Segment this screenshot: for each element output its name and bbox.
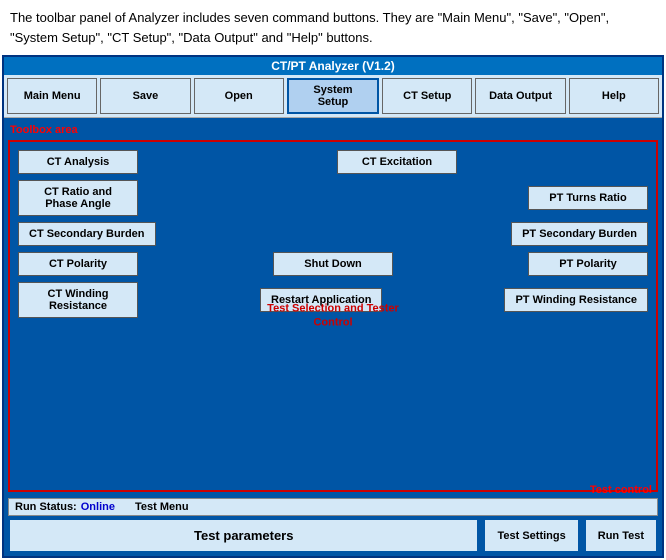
toolbar-btn-open[interactable]: Open bbox=[194, 78, 284, 114]
toolbar: Main Menu Save Open System Setup CT Setu… bbox=[4, 75, 662, 118]
btn-ct-winding-resistance[interactable]: CT Winding Resistance bbox=[18, 282, 138, 318]
status-bar: Run Status: Online Test Menu bbox=[8, 498, 658, 516]
btn-pt-polarity[interactable]: PT Polarity bbox=[528, 252, 648, 276]
toolbox-row-3: CT Secondary Burden PT Secondary Burden bbox=[18, 222, 648, 246]
title-bar: CT/PT Analyzer (V1.2) bbox=[4, 57, 662, 75]
run-status-value: Online bbox=[81, 501, 115, 513]
btn-ct-polarity[interactable]: CT Polarity bbox=[18, 252, 138, 276]
test-menu-label: Test Menu bbox=[135, 501, 189, 513]
btn-ct-excitation[interactable]: CT Excitation bbox=[337, 150, 457, 174]
btn-pt-turns-ratio[interactable]: PT Turns Ratio bbox=[528, 186, 648, 210]
test-control-label: Test control bbox=[590, 484, 652, 496]
toolbar-btn-data-output[interactable]: Data Output bbox=[475, 78, 565, 114]
btn-restart-application[interactable]: Restart Application bbox=[260, 288, 382, 312]
btn-pt-winding-resistance[interactable]: PT Winding Resistance bbox=[504, 288, 648, 312]
page-wrapper: The toolbar panel of Analyzer includes s… bbox=[0, 0, 666, 560]
btn-ct-secondary-burden[interactable]: CT Secondary Burden bbox=[18, 222, 156, 246]
toolbox-row-4: CT Polarity Shut Down PT Polarity bbox=[18, 252, 648, 276]
test-menu-item: Test Menu bbox=[135, 501, 189, 513]
test-settings-button[interactable]: Test Settings bbox=[483, 518, 579, 553]
bottom-right-buttons: Test Settings Run Test bbox=[483, 518, 658, 553]
test-parameters-button[interactable]: Test parameters bbox=[8, 518, 479, 553]
toolbar-btn-save[interactable]: Save bbox=[100, 78, 190, 114]
run-status-label: Run Status: bbox=[15, 501, 77, 513]
toolbar-btn-system-setup[interactable]: System Setup bbox=[287, 78, 379, 114]
bottom-row: Test parameters Test Settings Run Test bbox=[8, 518, 658, 553]
btn-ct-analysis[interactable]: CT Analysis bbox=[18, 150, 138, 174]
toolbar-btn-ct-setup[interactable]: CT Setup bbox=[382, 78, 472, 114]
btn-shut-down[interactable]: Shut Down bbox=[273, 252, 393, 276]
toolbox-area-label: Toolbox area bbox=[10, 124, 78, 136]
toolbar-btn-main-menu[interactable]: Main Menu bbox=[7, 78, 97, 114]
app-window: CT/PT Analyzer (V1.2) Main Menu Save Ope… bbox=[2, 55, 664, 558]
toolbox-row-2: CT Ratio and Phase Angle PT Turns Ratio bbox=[18, 180, 648, 216]
window-title: CT/PT Analyzer (V1.2) bbox=[271, 59, 395, 73]
main-content: Toolbox area Test Selection and TesterCo… bbox=[4, 118, 662, 496]
toolbox-row-5: CT Winding Resistance Restart Applicatio… bbox=[18, 282, 648, 318]
toolbox-row-1: CT Analysis CT Excitation bbox=[18, 150, 648, 174]
run-test-button[interactable]: Run Test bbox=[584, 518, 658, 553]
description-content: The toolbar panel of Analyzer includes s… bbox=[10, 10, 609, 45]
run-status-item: Run Status: Online bbox=[15, 501, 115, 513]
toolbar-btn-help[interactable]: Help bbox=[569, 78, 659, 114]
btn-ct-ratio-phase[interactable]: CT Ratio and Phase Angle bbox=[18, 180, 138, 216]
btn-pt-secondary-burden[interactable]: PT Secondary Burden bbox=[511, 222, 648, 246]
description-text: The toolbar panel of Analyzer includes s… bbox=[0, 0, 666, 55]
toolbox-area: Test Selection and TesterControl CT Anal… bbox=[8, 140, 658, 492]
